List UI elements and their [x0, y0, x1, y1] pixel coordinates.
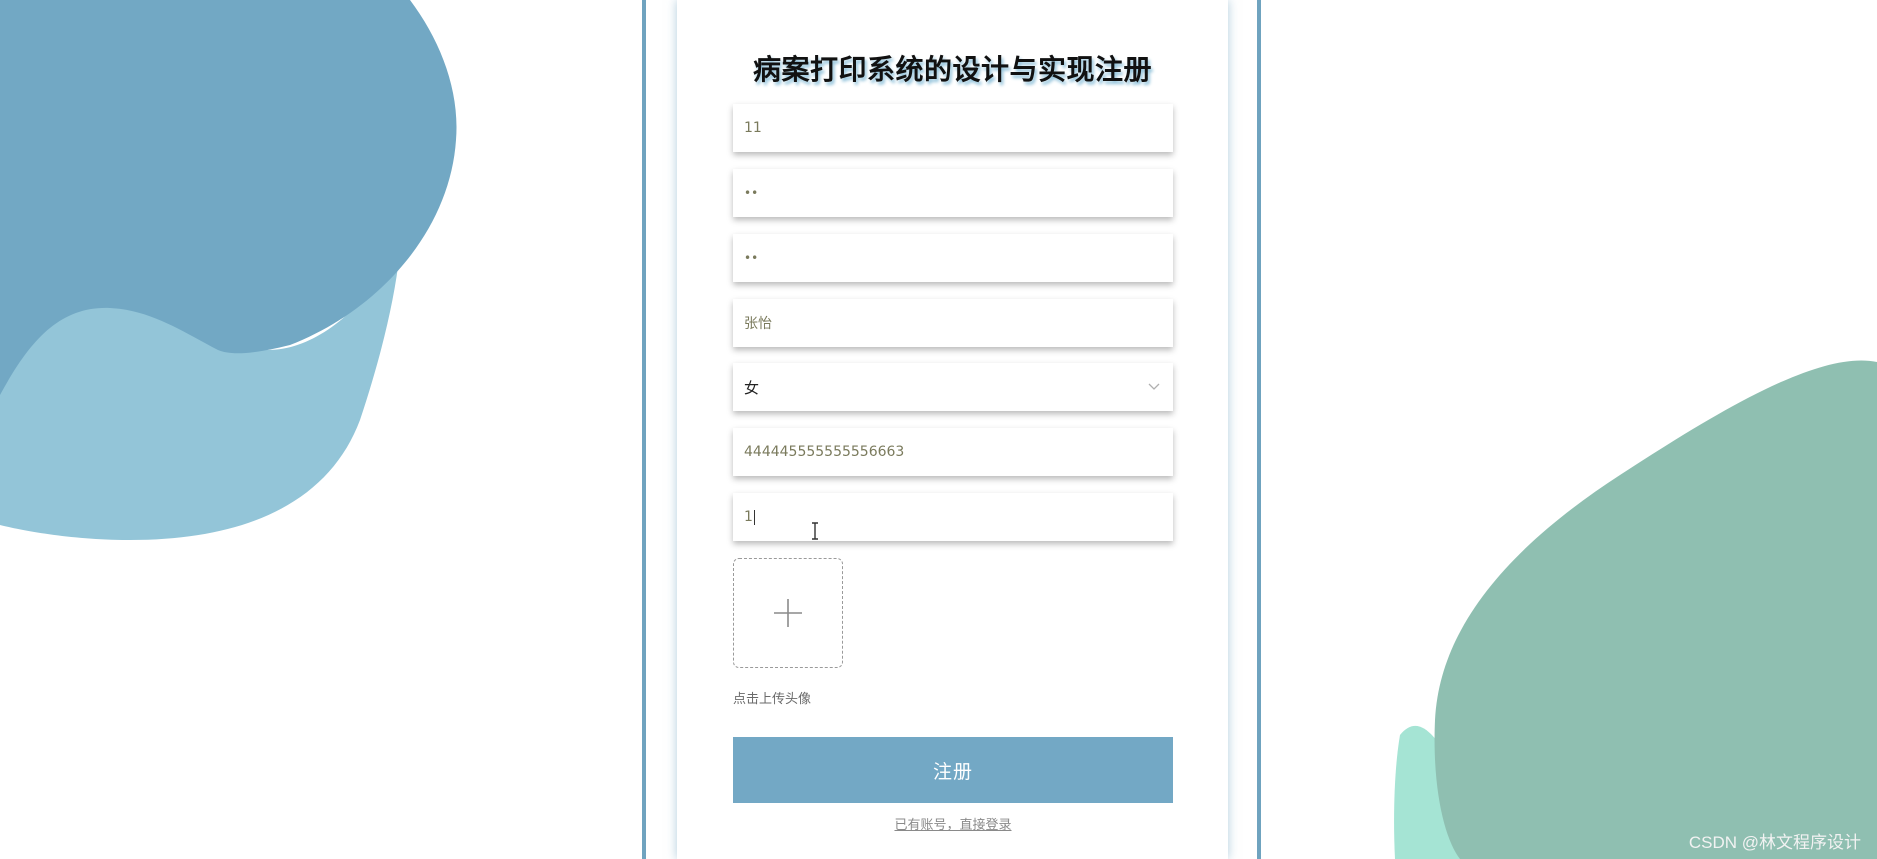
upload-tip: 点击上传头像: [733, 692, 812, 707]
avatar-upload-button[interactable]: [733, 558, 843, 668]
blob-green: [1434, 360, 1877, 859]
phone-value: 1: [744, 509, 753, 525]
name-value: 张怡: [744, 316, 772, 332]
gender-value: 女: [744, 378, 760, 397]
plus-icon: [774, 599, 802, 627]
name-input[interactable]: 张怡: [733, 299, 1173, 347]
confirm-password-input[interactable]: ••: [733, 234, 1173, 282]
register-button[interactable]: 注册: [733, 737, 1173, 803]
account-input[interactable]: 11: [733, 104, 1173, 152]
login-link[interactable]: 已有账号，直接登录: [733, 814, 1173, 833]
phone-input[interactable]: 1: [733, 493, 1173, 541]
gender-select[interactable]: 女: [733, 363, 1173, 411]
confirm-password-value: ••: [744, 251, 759, 265]
chevron-down-icon: [1148, 383, 1160, 390]
page-title: 病案打印系统的设计与实现注册: [752, 53, 1152, 86]
text-cursor-icon: [812, 522, 818, 540]
id-number-value: 444445555555556663: [744, 444, 905, 460]
account-value: 11: [744, 120, 762, 136]
password-input[interactable]: ••: [733, 169, 1173, 217]
watermark: CSDN @林文程序设计: [1688, 833, 1861, 852]
password-value: ••: [744, 186, 759, 200]
id-number-input[interactable]: 444445555555556663: [733, 428, 1173, 476]
text-caret: [753, 509, 755, 525]
